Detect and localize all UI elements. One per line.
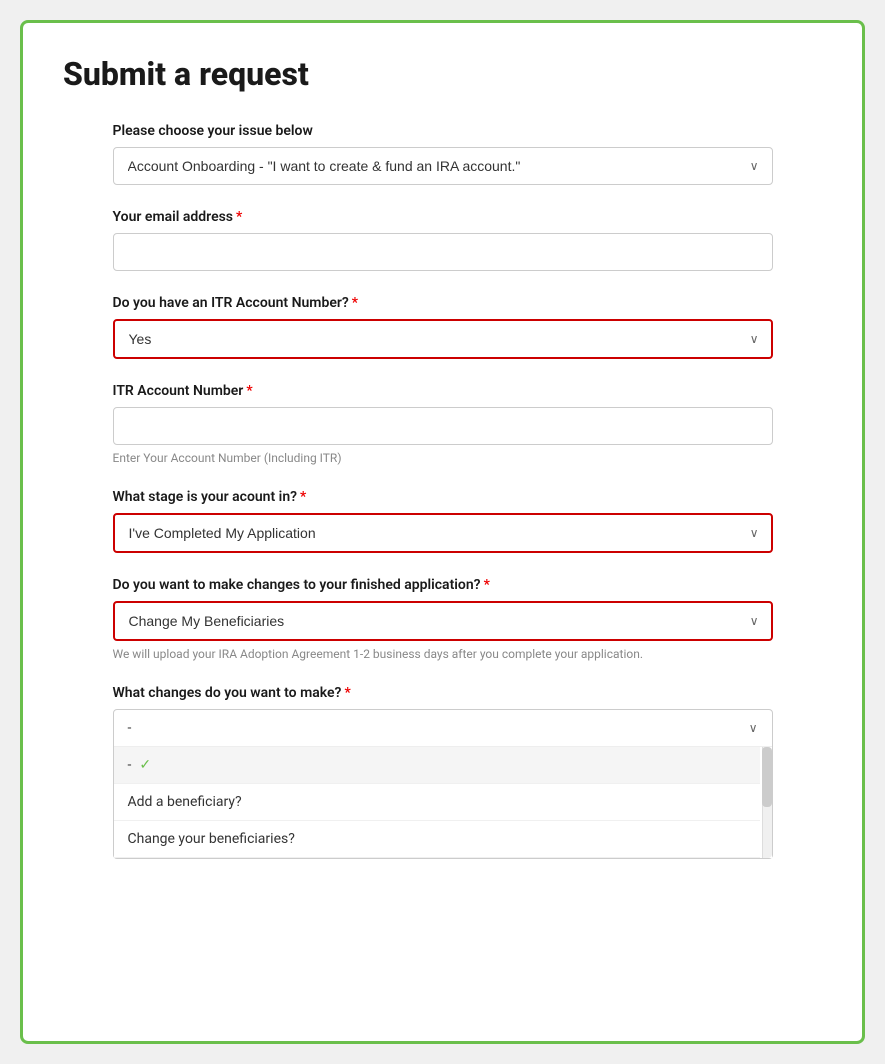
what-changes-label: What changes do you want to make?* xyxy=(113,685,773,701)
what-changes-option-add[interactable]: Add a beneficiary? xyxy=(114,784,760,821)
page-title: Submit a request xyxy=(63,55,822,93)
option-dash: - xyxy=(128,757,132,773)
stage-group: What stage is your acount in?* I've Comp… xyxy=(113,489,773,553)
what-changes-dropdown[interactable]: - ∨ - ✓ Add a beneficiary? Change your b… xyxy=(113,709,773,859)
email-label: Your email address* xyxy=(113,209,773,225)
changes-hint: We will upload your IRA Adoption Agreeme… xyxy=(113,647,773,661)
itr-account-group: Do you have an ITR Account Number?* Yes … xyxy=(113,295,773,359)
scrollbar-track xyxy=(762,747,772,858)
itr-number-group: ITR Account Number* Enter Your Account N… xyxy=(113,383,773,465)
page-wrapper: Submit a request Please choose your issu… xyxy=(20,20,865,1044)
issue-label: Please choose your issue below xyxy=(113,123,773,139)
itr-number-label: ITR Account Number* xyxy=(113,383,773,399)
itr-account-label: Do you have an ITR Account Number?* xyxy=(113,295,773,311)
check-mark-icon: ✓ xyxy=(139,757,151,773)
changes-select-wrapper: Change My Beneficiaries ∨ xyxy=(113,601,773,641)
stage-select[interactable]: I've Completed My Application xyxy=(113,513,773,553)
issue-select[interactable]: Account Onboarding - "I want to create &… xyxy=(113,147,773,185)
itr-number-input[interactable] xyxy=(113,407,773,445)
itr-account-select[interactable]: Yes xyxy=(113,319,773,359)
issue-group: Please choose your issue below Account O… xyxy=(113,123,773,185)
issue-select-wrapper: Account Onboarding - "I want to create &… xyxy=(113,147,773,185)
what-changes-options: - ✓ Add a beneficiary? Change your benef… xyxy=(114,747,772,858)
email-input[interactable] xyxy=(113,233,773,271)
changes-label: Do you want to make changes to your fini… xyxy=(113,577,773,593)
what-changes-selected-row[interactable]: - ∨ xyxy=(114,710,772,747)
email-group: Your email address* xyxy=(113,209,773,271)
changes-select[interactable]: Change My Beneficiaries xyxy=(113,601,773,641)
what-changes-option-default[interactable]: - ✓ xyxy=(114,747,760,784)
changes-group: Do you want to make changes to your fini… xyxy=(113,577,773,661)
option-add-label: Add a beneficiary? xyxy=(128,794,242,810)
itr-number-hint: Enter Your Account Number (Including ITR… xyxy=(113,451,773,465)
form-container: Please choose your issue below Account O… xyxy=(113,123,773,859)
itr-account-select-wrapper: Yes ∨ xyxy=(113,319,773,359)
what-changes-option-change[interactable]: Change your beneficiaries? xyxy=(114,821,760,858)
what-changes-selected-value: - xyxy=(128,720,132,736)
what-changes-group: What changes do you want to make?* - ∨ -… xyxy=(113,685,773,859)
what-changes-chevron-icon: ∨ xyxy=(749,721,758,735)
stage-label: What stage is your acount in?* xyxy=(113,489,773,505)
option-change-label: Change your beneficiaries? xyxy=(128,831,295,847)
scrollbar-thumb[interactable] xyxy=(762,747,772,807)
stage-select-wrapper: I've Completed My Application ∨ xyxy=(113,513,773,553)
